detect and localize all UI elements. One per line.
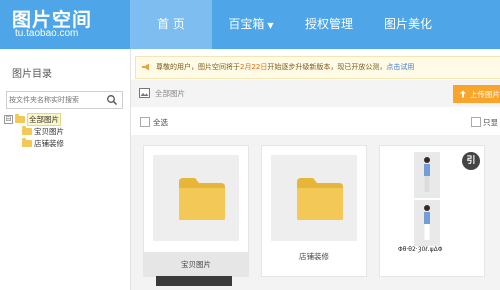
breadcrumb[interactable]: 全部图片 (155, 88, 185, 99)
badge-icon[interactable]: 引 (462, 152, 480, 170)
tree-item: 店铺装修 (22, 137, 64, 149)
nav-toolbox[interactable]: 百宝箱 ▼ (212, 0, 290, 49)
folder-search-input[interactable] (9, 93, 101, 106)
notice-text: 尊敬的用户，图片空间将于2月22日开始逐步升级新版本，现已开放公测，点击试用 (156, 62, 414, 72)
select-all-label: 全选 (153, 118, 168, 127)
model-figure (424, 205, 430, 240)
only-show-label: 只显 (483, 118, 498, 127)
image-grid: 宝贝图片 店铺装修 引 Φθ·θ2·Ȝ0ℓ.ψΔΦ (131, 135, 500, 290)
notice-post: 开始逐步升级新版本，现已开放公测， (267, 63, 387, 71)
only-show-checkbox[interactable] (471, 117, 481, 127)
nav-authorization-label: 授权管理 (304, 17, 353, 31)
model-figure (424, 157, 430, 192)
tree-item: 宝贝图片 (22, 125, 64, 137)
card-thumbnail (153, 155, 239, 241)
folder-search (6, 91, 123, 109)
notice-date: 2月22日 (240, 63, 268, 71)
logo-subtitle: tu.taobao.com (15, 28, 79, 39)
tree-item-shop-decoration[interactable]: 店铺装修 (34, 138, 64, 149)
main-content: 尊敬的用户，图片空间将于2月22日开始逐步升级新版本，现已开放公测，点击试用 全… (131, 49, 500, 290)
tree-item-product-images[interactable]: 宝贝图片 (34, 126, 64, 137)
card-label: 宝贝图片 (181, 260, 211, 269)
folder-icon (179, 178, 225, 220)
nav-toolbox-label: 百宝箱 (228, 17, 265, 31)
sidebar: 图片目录 ⊟ 全部图片 宝贝图片 店铺装修 (0, 49, 131, 290)
nav-authorization[interactable]: 授权管理 (290, 0, 368, 49)
nav-beautify-label: 图片美化 (383, 17, 432, 31)
nav-beautify[interactable]: 图片美化 (368, 0, 448, 49)
folder-card-shop-decoration[interactable]: 店铺装修 (261, 145, 367, 277)
upload-button[interactable]: 上传图片 (453, 85, 500, 103)
notice-banner: 尊敬的用户，图片空间将于2月22日开始逐步升级新版本，现已开放公测，点击试用 (135, 56, 500, 79)
nav-home[interactable]: 首 页 (130, 0, 212, 49)
card-label: 店铺装修 (299, 252, 329, 261)
folder-icon (22, 137, 32, 147)
search-icon[interactable] (106, 94, 118, 106)
next-row-thumbnail[interactable] (156, 276, 232, 286)
tree-root: ⊟ 全部图片 (4, 112, 64, 126)
folder-icon (297, 178, 343, 220)
upload-label: 上传图片 (470, 89, 500, 99)
nav-home-label: 首 页 (157, 17, 185, 31)
upload-icon (460, 90, 466, 97)
toolbar: 全部图片 上传图片 (131, 80, 500, 108)
logo[interactable]: 图片空间 tu.taobao.com (0, 0, 130, 49)
try-link[interactable]: 点击试用 (386, 63, 414, 71)
folder-icon (15, 113, 25, 123)
top-header: 图片空间 tu.taobao.com 首 页 百宝箱 ▼ 授权管理 图片美化 (0, 0, 500, 49)
tree-item-all-images[interactable]: 全部图片 (27, 112, 61, 126)
chevron-down-icon: ▼ (267, 21, 274, 30)
product-photo-bottom (414, 200, 440, 246)
notice-pre: 尊敬的用户，图片空间将于 (156, 63, 240, 71)
selection-bar: 全选 只显 (131, 107, 500, 136)
megaphone-icon (142, 63, 149, 71)
image-icon (139, 88, 150, 98)
select-all-checkbox[interactable] (140, 117, 150, 127)
collapse-icon[interactable]: ⊟ (4, 114, 13, 124)
folder-card-product-images[interactable]: 宝贝图片 (143, 145, 249, 277)
folder-tree: ⊟ 全部图片 宝贝图片 店铺装修 (4, 112, 64, 149)
product-photo-top (414, 152, 440, 198)
image-card[interactable]: 引 Φθ·θ2·Ȝ0ℓ.ψΔΦ (379, 145, 485, 277)
folder-icon (22, 125, 32, 135)
sidebar-title: 图片目录 (12, 69, 52, 80)
image-caption: Φθ·θ2·Ȝ0ℓ.ψΔΦ (398, 246, 443, 253)
card-thumbnail (271, 155, 357, 241)
main-nav: 首 页 百宝箱 ▼ 授权管理 图片美化 (130, 0, 448, 49)
